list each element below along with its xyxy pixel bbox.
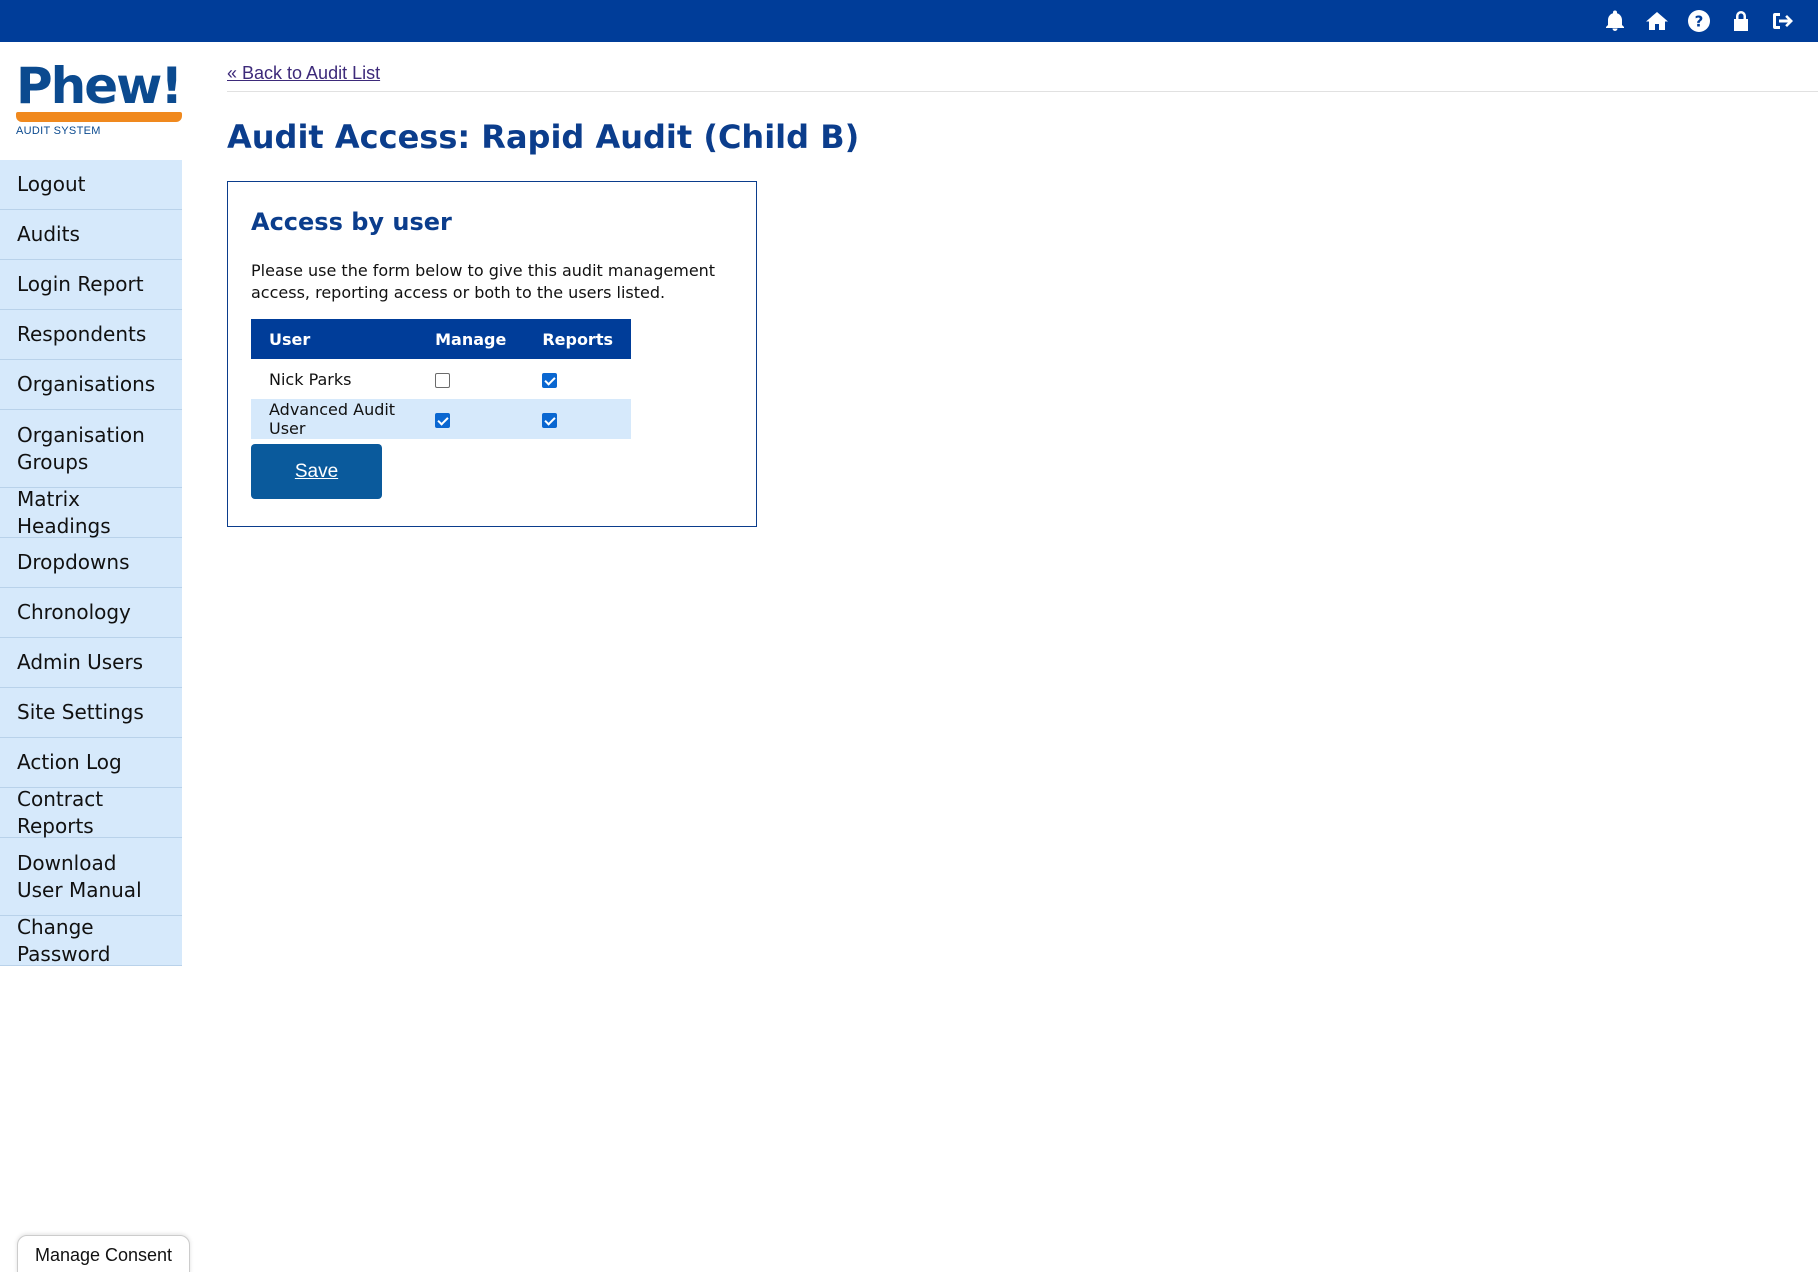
manage-cell (417, 399, 525, 439)
column-header-reports: Reports (524, 319, 631, 359)
logo-underline (16, 112, 182, 122)
logo-subtitle: AUDIT SYSTEM (16, 125, 101, 137)
sidebar-item-logout[interactable]: Logout (0, 160, 182, 210)
panel-heading: Access by user (251, 208, 452, 236)
top-bar-icons: ? (1594, 0, 1804, 42)
sidebar-item-respondents[interactable]: Respondents (0, 310, 182, 360)
column-header-manage: Manage (417, 319, 525, 359)
logo[interactable]: Phew! AUDIT SYSTEM (0, 42, 183, 160)
panel-description: Please use the form below to give this a… (251, 261, 716, 302)
sidebar-item-contract-reports[interactable]: Contract Reports (0, 787, 182, 838)
table-row: Advanced Audit User (251, 399, 631, 439)
lock-icon[interactable] (1720, 0, 1762, 42)
help-icon[interactable]: ? (1678, 0, 1720, 42)
access-table: User Manage Reports Nick Parks Advanced … (251, 319, 631, 439)
access-panel: Access by user Please use the form below… (227, 181, 757, 527)
sidebar-item-site-settings[interactable]: Site Settings (0, 688, 182, 738)
user-name-cell: Nick Parks (269, 369, 352, 389)
column-header-user: User (251, 319, 418, 359)
back-to-audit-list-link[interactable]: « Back to Audit List (227, 63, 380, 84)
sidebar-nav: Logout Audits Login Report Respondents O… (0, 160, 182, 966)
home-icon[interactable] (1636, 0, 1678, 42)
reports-cell (524, 359, 631, 399)
top-bar: ? (0, 0, 1818, 42)
sidebar-item-chronology[interactable]: Chronology (0, 588, 182, 638)
reports-cell (524, 399, 631, 439)
sidebar: Phew! AUDIT SYSTEM Logout Audits Login R… (0, 42, 183, 966)
sidebar-item-admin-users[interactable]: Admin Users (0, 638, 182, 688)
table-row: Nick Parks (251, 359, 631, 399)
sidebar-item-organisations[interactable]: Organisations (0, 360, 182, 410)
manage-consent-button[interactable]: Manage Consent (17, 1235, 190, 1272)
save-button[interactable]: Save (251, 444, 382, 499)
svg-text:?: ? (1695, 13, 1704, 31)
table-header-row: User Manage Reports (251, 319, 631, 359)
bell-icon[interactable] (1594, 0, 1636, 42)
divider (227, 91, 1818, 92)
reports-checkbox[interactable] (542, 372, 558, 388)
logo-wordmark: Phew! (16, 57, 183, 115)
sidebar-item-download-user-manual[interactable]: Download User Manual (0, 838, 182, 916)
page-title: Audit Access: Rapid Audit (Child B) (227, 118, 860, 156)
reports-checkbox[interactable] (542, 412, 558, 428)
manage-checkbox[interactable] (435, 372, 451, 388)
sidebar-item-login-report[interactable]: Login Report (0, 260, 182, 310)
logout-icon[interactable] (1762, 0, 1804, 42)
sidebar-item-dropdowns[interactable]: Dropdowns (0, 538, 182, 588)
manage-cell (417, 359, 524, 399)
sidebar-item-change-password[interactable]: Change Password (0, 915, 182, 966)
sidebar-item-audits[interactable]: Audits (0, 210, 182, 260)
sidebar-item-matrix-headings[interactable]: Matrix Headings (0, 487, 182, 538)
sidebar-item-organisation-groups[interactable]: Organisation Groups (0, 410, 182, 488)
sidebar-item-action-log[interactable]: Action Log (0, 738, 182, 788)
user-name-cell: Advanced Audit User (251, 399, 418, 439)
manage-checkbox[interactable] (435, 412, 451, 428)
